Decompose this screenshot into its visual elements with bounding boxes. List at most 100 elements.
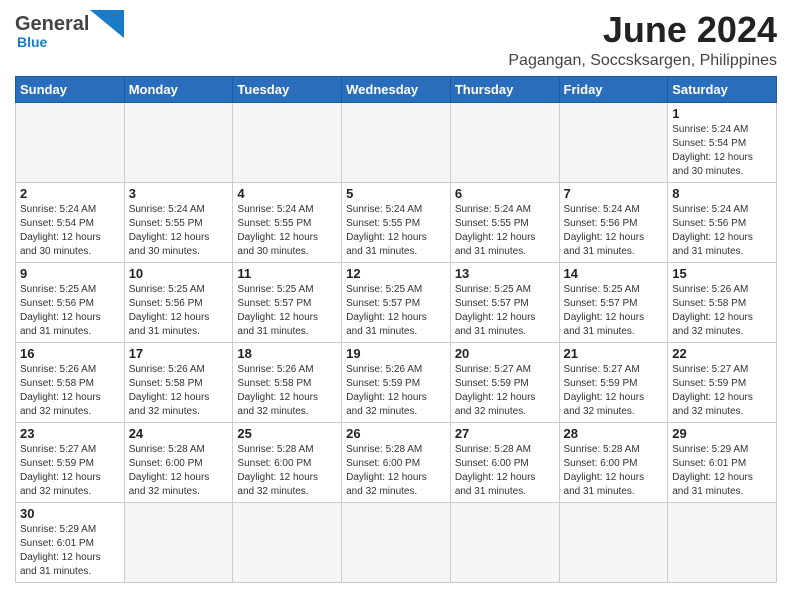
calendar-cell: 19 Sunrise: 5:26 AMSunset: 5:59 PMDayligh… [342,342,451,422]
day-info: Sunrise: 5:24 AMSunset: 5:55 PMDaylight:… [346,203,446,259]
day-number: 20 [455,346,555,361]
header-row: SundayMondayTuesdayWednesdayThursdayFrid… [16,76,777,102]
day-info: Sunrise: 5:25 AMSunset: 5:57 PMDaylight:… [564,283,664,339]
calendar-cell: 30 Sunrise: 5:29 AMSunset: 6:01 PMDayligh… [16,502,125,582]
calendar-cell: 14 Sunrise: 5:25 AMSunset: 5:57 PMDayligh… [559,262,668,342]
calendar-cell: 16 Sunrise: 5:26 AMSunset: 5:58 PMDayligh… [16,342,125,422]
calendar-cell [559,502,668,582]
calendar-cell [450,502,559,582]
calendar-cell [233,502,342,582]
day-info: Sunrise: 5:24 AMSunset: 5:54 PMDaylight:… [672,123,772,179]
day-info: Sunrise: 5:29 AMSunset: 6:01 PMDaylight:… [672,443,772,499]
calendar-cell: 22Sunrise: 5:27 AMSunset: 5:59 PMDayligh… [668,342,777,422]
title-area: June 2024 Pagangan, Soccsksargen, Philip… [508,10,777,70]
day-number: 7 [564,186,664,201]
day-number: 10 [129,266,229,281]
day-info: Sunrise: 5:25 AMSunset: 5:56 PMDaylight:… [20,283,120,339]
day-info: Sunrise: 5:25 AMSunset: 5:56 PMDaylight:… [129,283,229,339]
calendar-cell [342,102,451,182]
header-cell-saturday: Saturday [668,76,777,102]
calendar-cell: 5 Sunrise: 5:24 AMSunset: 5:55 PMDaylight… [342,182,451,262]
header-cell-sunday: Sunday [16,76,125,102]
calendar-cell: 7Sunrise: 5:24 AMSunset: 5:56 PMDaylight… [559,182,668,262]
calendar-cell: 1Sunrise: 5:24 AMSunset: 5:54 PMDaylight… [668,102,777,182]
calendar-cell: 9Sunrise: 5:25 AMSunset: 5:56 PMDaylight… [16,262,125,342]
header-cell-thursday: Thursday [450,76,559,102]
day-info: Sunrise: 5:28 AMSunset: 6:00 PMDaylight:… [237,443,337,499]
calendar-cell [16,102,125,182]
day-info: Sunrise: 5:29 AMSunset: 6:01 PMDaylight:… [20,523,120,579]
calendar-cell: 29Sunrise: 5:29 AMSunset: 6:01 PMDayligh… [668,422,777,502]
header-cell-friday: Friday [559,76,668,102]
calendar-cell: 24 Sunrise: 5:28 AMSunset: 6:00 PMDayligh… [124,422,233,502]
day-info: Sunrise: 5:25 AMSunset: 5:57 PMDaylight:… [237,283,337,339]
day-number: 19 [346,346,446,361]
week-row-3: 16 Sunrise: 5:26 AMSunset: 5:58 PMDayligh… [16,342,777,422]
calendar-cell: 13 Sunrise: 5:25 AMSunset: 5:57 PMDayligh… [450,262,559,342]
day-info: Sunrise: 5:26 AMSunset: 5:58 PMDaylight:… [20,363,120,419]
day-info: Sunrise: 5:24 AMSunset: 5:54 PMDaylight:… [20,203,120,259]
day-info: Sunrise: 5:28 AMSunset: 6:00 PMDaylight:… [564,443,664,499]
calendar-body: 1Sunrise: 5:24 AMSunset: 5:54 PMDaylight… [16,102,777,582]
calendar-table: SundayMondayTuesdayWednesdayThursdayFrid… [15,76,777,583]
day-number: 13 [455,266,555,281]
calendar-cell: 15Sunrise: 5:26 AMSunset: 5:58 PMDayligh… [668,262,777,342]
day-number: 5 [346,186,446,201]
day-info: Sunrise: 5:24 AMSunset: 5:55 PMDaylight:… [455,203,555,259]
calendar-cell: 21Sunrise: 5:27 AMSunset: 5:59 PMDayligh… [559,342,668,422]
day-number: 14 [564,266,664,281]
day-info: Sunrise: 5:24 AMSunset: 5:56 PMDaylight:… [672,203,772,259]
calendar-cell: 18Sunrise: 5:26 AMSunset: 5:58 PMDayligh… [233,342,342,422]
logo-blue-text: Blue [17,34,47,50]
calendar-cell: 11 Sunrise: 5:25 AMSunset: 5:57 PMDayligh… [233,262,342,342]
calendar-cell [450,102,559,182]
logo-area: General Blue [15,10,124,50]
calendar-cell [342,502,451,582]
day-number: 12 [346,266,446,281]
day-number: 17 [129,346,229,361]
calendar-cell: 10 Sunrise: 5:25 AMSunset: 5:56 PMDayligh… [124,262,233,342]
calendar-cell: 20Sunrise: 5:27 AMSunset: 5:59 PMDayligh… [450,342,559,422]
calendar-cell: 23Sunrise: 5:27 AMSunset: 5:59 PMDayligh… [16,422,125,502]
day-number: 8 [672,186,772,201]
day-number: 25 [237,426,337,441]
day-number: 24 [129,426,229,441]
day-number: 2 [20,186,120,201]
calendar-cell [124,502,233,582]
day-info: Sunrise: 5:24 AMSunset: 5:55 PMDaylight:… [129,203,229,259]
calendar-cell [233,102,342,182]
day-info: Sunrise: 5:26 AMSunset: 5:58 PMDaylight:… [237,363,337,419]
calendar-cell: 28Sunrise: 5:28 AMSunset: 6:00 PMDayligh… [559,422,668,502]
day-number: 6 [455,186,555,201]
week-row-2: 9Sunrise: 5:25 AMSunset: 5:56 PMDaylight… [16,262,777,342]
day-info: Sunrise: 5:28 AMSunset: 6:00 PMDaylight:… [455,443,555,499]
day-info: Sunrise: 5:28 AMSunset: 6:00 PMDaylight:… [129,443,229,499]
day-info: Sunrise: 5:24 AMSunset: 5:55 PMDaylight:… [237,203,337,259]
day-number: 16 [20,346,120,361]
day-number: 11 [237,266,337,281]
calendar-header: SundayMondayTuesdayWednesdayThursdayFrid… [16,76,777,102]
day-info: Sunrise: 5:26 AMSunset: 5:59 PMDaylight:… [346,363,446,419]
calendar-subtitle: Pagangan, Soccsksargen, Philippines [508,52,777,70]
day-number: 3 [129,186,229,201]
calendar-cell [668,502,777,582]
logo-general-text: General [15,13,89,36]
day-info: Sunrise: 5:26 AMSunset: 5:58 PMDaylight:… [129,363,229,419]
week-row-1: 2 Sunrise: 5:24 AMSunset: 5:54 PMDaylight… [16,182,777,262]
day-info: Sunrise: 5:25 AMSunset: 5:57 PMDaylight:… [455,283,555,339]
calendar-cell [124,102,233,182]
week-row-0: 1Sunrise: 5:24 AMSunset: 5:54 PMDaylight… [16,102,777,182]
header-cell-monday: Monday [124,76,233,102]
calendar-cell: 8 Sunrise: 5:24 AMSunset: 5:56 PMDaylight… [668,182,777,262]
day-number: 23 [20,426,120,441]
day-number: 30 [20,506,120,521]
calendar-cell: 12 Sunrise: 5:25 AMSunset: 5:57 PMDayligh… [342,262,451,342]
day-info: Sunrise: 5:25 AMSunset: 5:57 PMDaylight:… [346,283,446,339]
calendar-cell: 2 Sunrise: 5:24 AMSunset: 5:54 PMDaylight… [16,182,125,262]
week-row-5: 30 Sunrise: 5:29 AMSunset: 6:01 PMDayligh… [16,502,777,582]
day-number: 27 [455,426,555,441]
calendar-cell: 3 Sunrise: 5:24 AMSunset: 5:55 PMDaylight… [124,182,233,262]
calendar-cell: 26Sunrise: 5:28 AMSunset: 6:00 PMDayligh… [342,422,451,502]
header: General Blue June 2024 Pagangan, Soccsks… [15,10,777,70]
header-cell-wednesday: Wednesday [342,76,451,102]
